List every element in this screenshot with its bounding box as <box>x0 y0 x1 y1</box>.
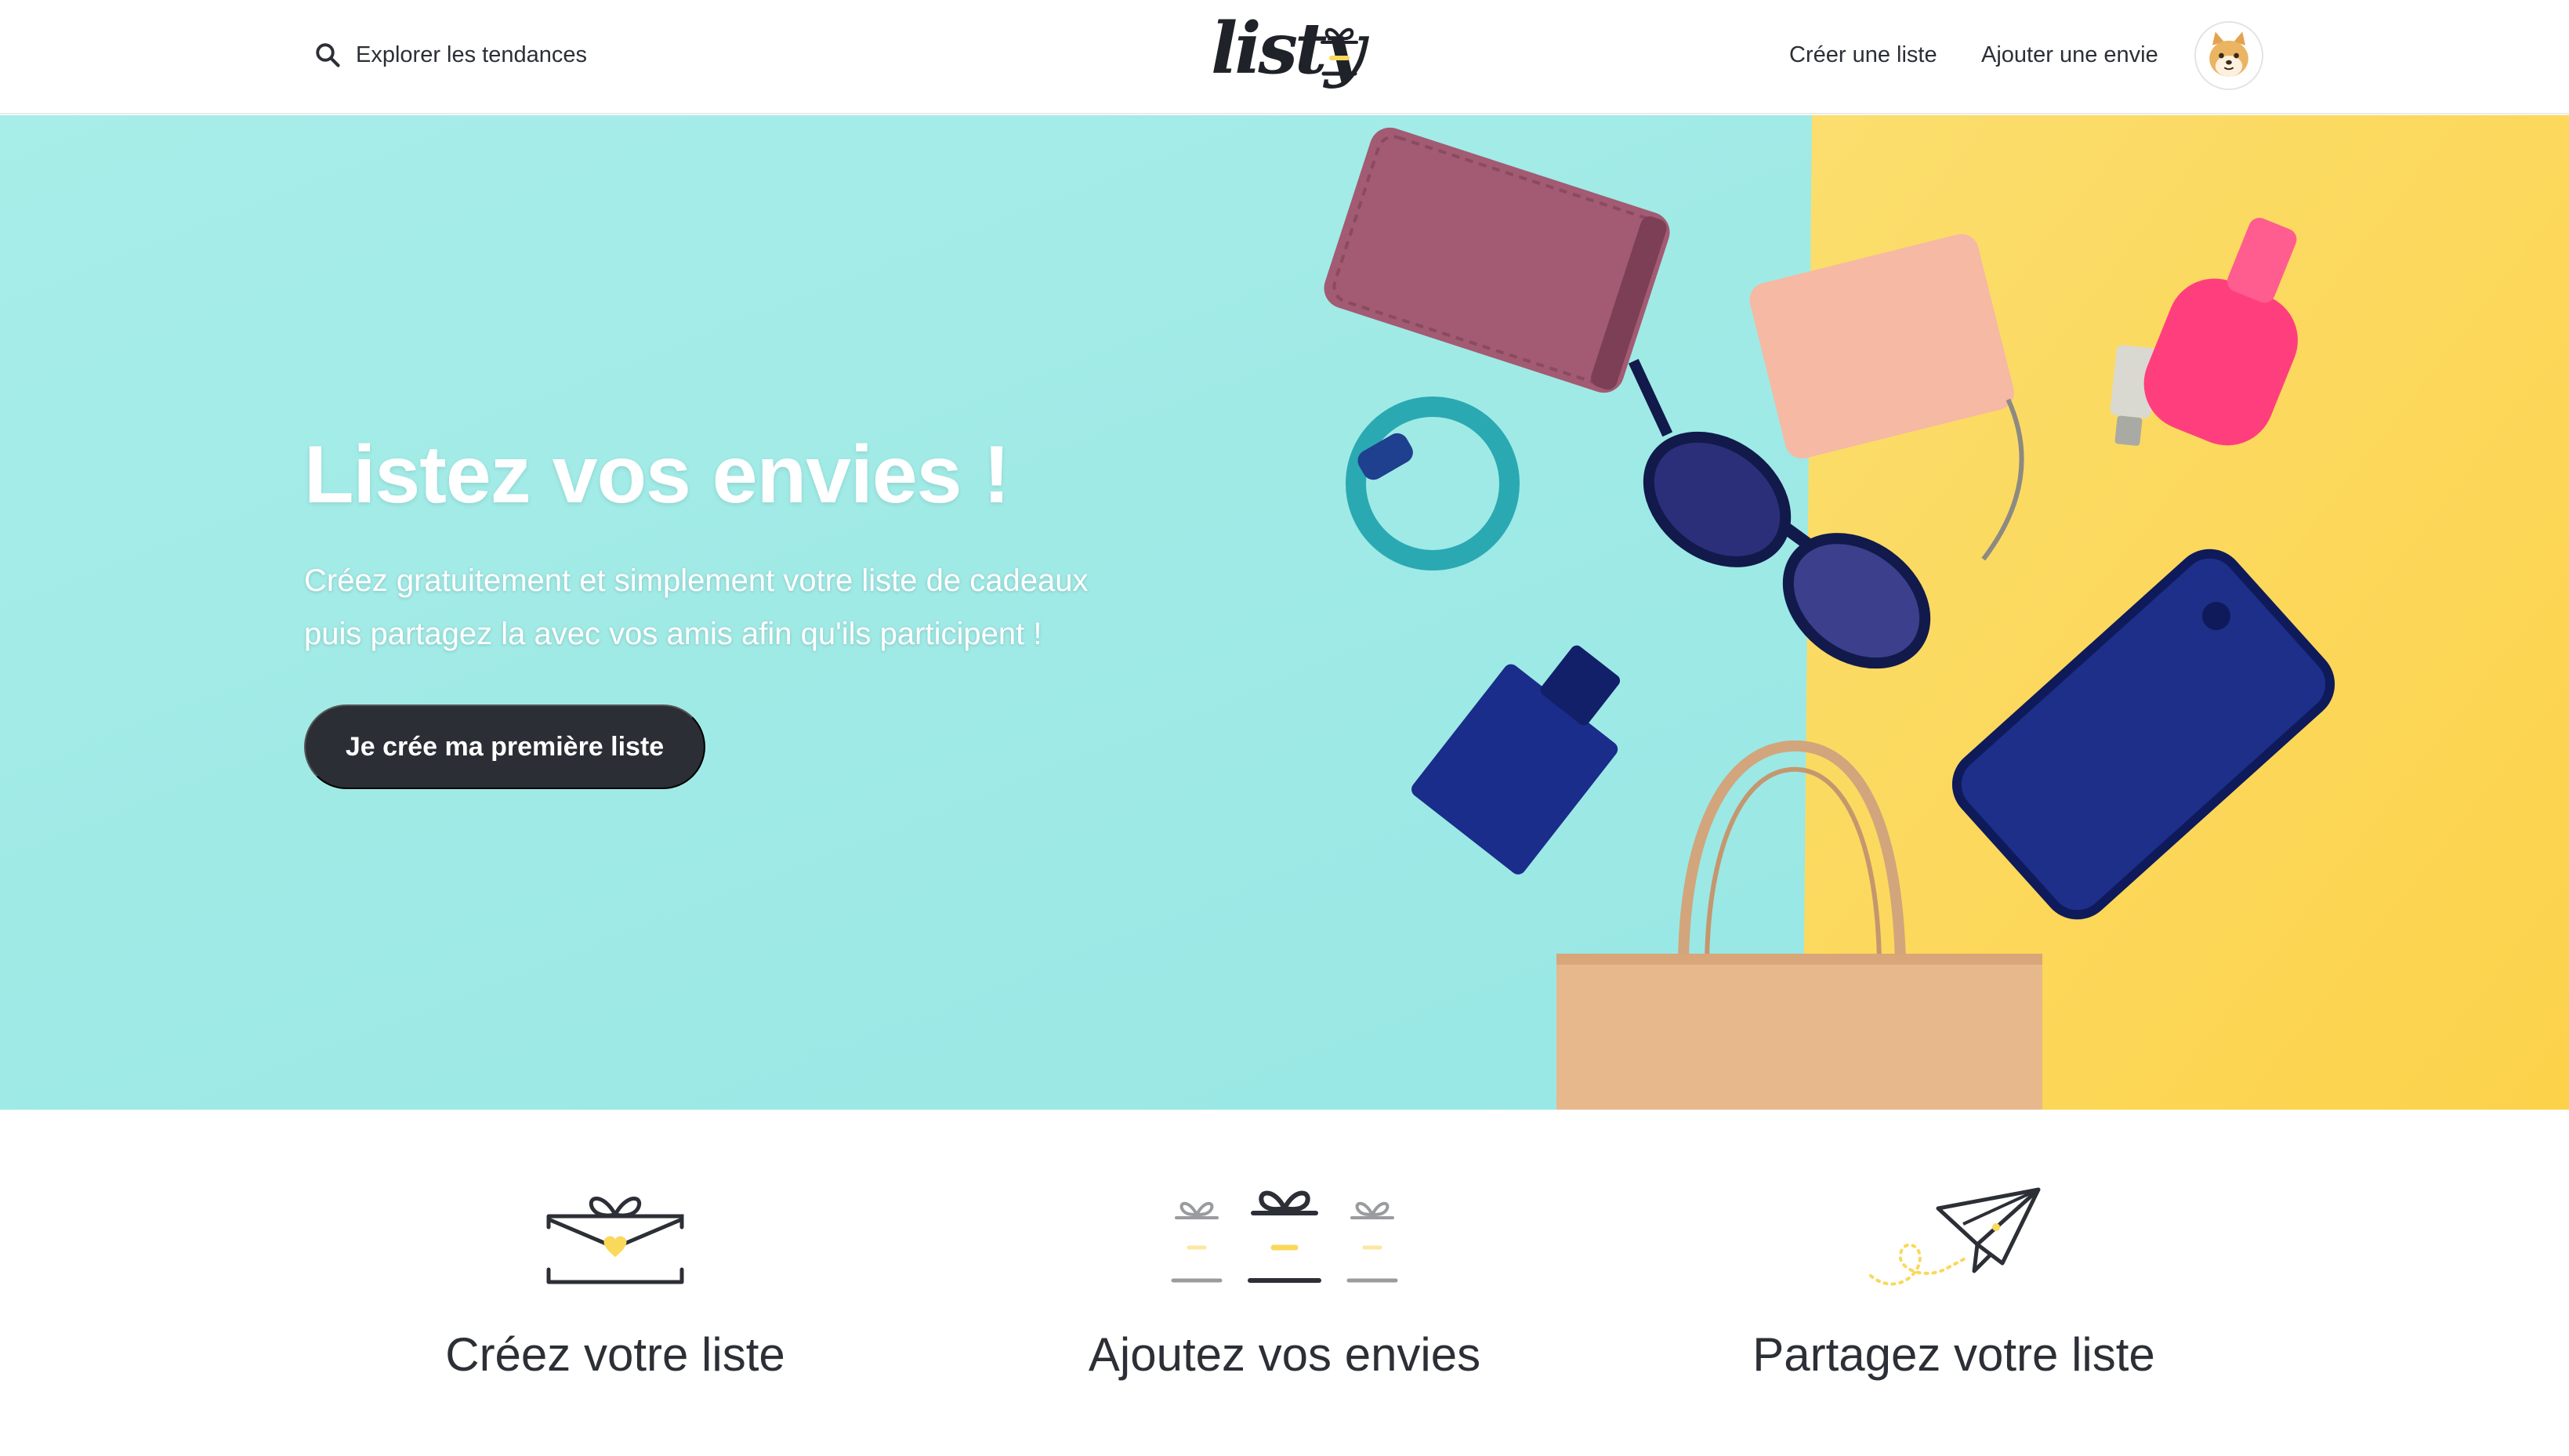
user-avatar[interactable] <box>2194 21 2263 90</box>
feature-add-wishes: Ajoutez vos envies <box>963 1110 1606 1456</box>
hero-banner: Listez vos envies ! Créez gratuitement e… <box>0 115 2569 1110</box>
top-navigation: Explorer les tendances listy Créer une l… <box>0 0 2569 114</box>
gifts-icon <box>1171 1190 1398 1283</box>
logo-gift-icon <box>1321 27 1358 76</box>
create-first-list-button[interactable]: Je crée ma première liste <box>304 704 705 789</box>
hero-subtitle: Créez gratuitement et simplement votre l… <box>304 554 1323 661</box>
hero-subtitle-line-1: Créez gratuitement et simplement votre l… <box>304 563 1089 598</box>
feature-create-list: Créez votre liste <box>294 1110 937 1456</box>
explore-trends-link[interactable]: Explorer les tendances <box>313 36 587 74</box>
hero-title: Listez vos envies ! <box>304 429 1010 520</box>
listy-logo[interactable]: listy <box>1211 8 1365 99</box>
feature-create-list-title: Créez votre liste <box>445 1328 785 1381</box>
search-icon <box>316 43 340 67</box>
feature-share-list-title: Partagez votre liste <box>1752 1328 2155 1381</box>
feature-share-list: Partagez votre liste <box>1632 1110 2275 1456</box>
explore-trends-label: Explorer les tendances <box>356 42 587 67</box>
hero-subtitle-line-2: puis partagez la avec vos amis afin qu'i… <box>304 617 1042 651</box>
features-section: Créez votre liste Ajoutez vos envies Par… <box>0 1110 2569 1456</box>
paper-plane-icon <box>1869 1187 2041 1286</box>
feature-add-wishes-title: Ajoutez vos envies <box>1088 1328 1481 1381</box>
create-list-link[interactable]: Créer une liste <box>1789 36 1937 74</box>
add-wish-link[interactable]: Ajouter une envie <box>1981 36 2158 74</box>
shiba-dog-icon <box>2196 23 2262 89</box>
envelope-gift-icon <box>546 1197 684 1284</box>
